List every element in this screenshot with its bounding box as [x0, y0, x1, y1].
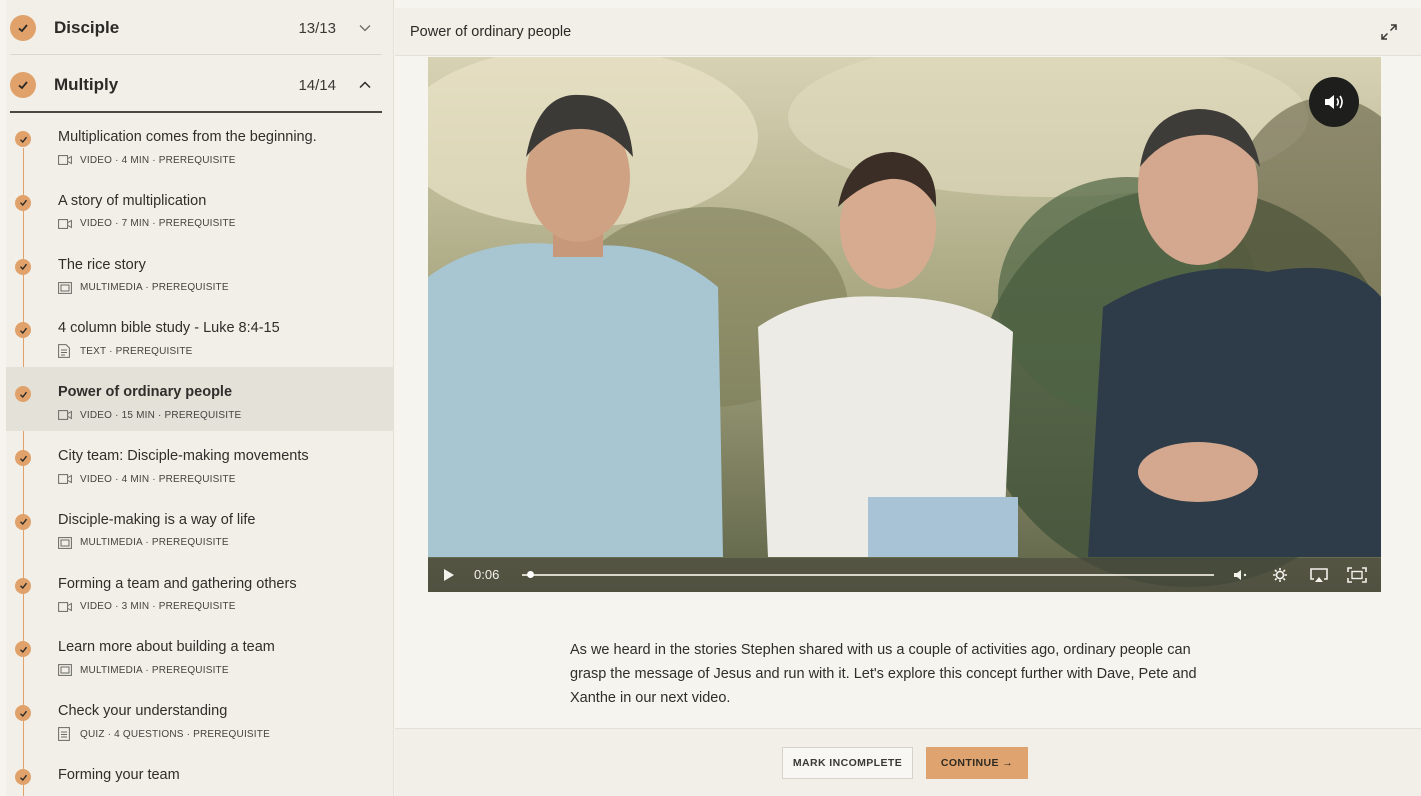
lesson-meta-text: VIDEO · 7 MIN · PREREQUISITE — [80, 218, 236, 230]
completed-check-icon — [15, 322, 31, 339]
unmute-sound-button[interactable] — [1309, 77, 1359, 127]
lesson-item[interactable]: Learn more about building a team MULTIMED… — [6, 634, 393, 698]
lesson-meta-text: MULTIMEDIA · PREREQUISITE — [80, 664, 229, 676]
lesson-description: As we heard in the stories Stephen share… — [570, 642, 1197, 706]
section-title: Multiply — [54, 75, 119, 94]
lesson-meta-text: VIDEO · 3 MIN · PREREQUISITE — [80, 601, 236, 613]
section-divider — [10, 111, 382, 113]
fullscreen-expand-icon[interactable] — [1379, 22, 1399, 42]
lesson-title: City team: Disciple-making movements — [58, 448, 309, 464]
lesson-meta: MULTIMEDIA · PREREQUISITE — [58, 281, 229, 295]
lesson-meta-text: MULTIMEDIA · PREREQUISITE — [80, 282, 229, 294]
lesson-title: Power of ordinary people — [58, 384, 233, 401]
lesson-title: 4 column bible study - Luke 8:4-15 — [58, 320, 280, 337]
fullscreen-icon[interactable] — [1346, 566, 1367, 584]
lesson-meta: VIDEO · 4 MIN · PREREQUISITE — [58, 153, 236, 167]
lesson-item[interactable]: City team: Disciple-making movements VIDE… — [6, 443, 393, 507]
lesson-meta: TEXT · PREREQUISITE — [58, 344, 193, 359]
course-sidebar: Disciple 13/13 Multiply 14/14 Multiplica… — [6, 0, 394, 796]
multimedia-icon — [58, 664, 74, 677]
lesson-header: Power of ordinary people — [395, 8, 1421, 56]
lesson-meta: VIDEO · 7 MIN · PREREQUISITE — [58, 217, 236, 231]
lesson-meta-text: VIDEO · 15 MIN · PREREQUISITE — [80, 409, 242, 421]
text-icon — [58, 344, 74, 359]
lesson-title: Multiplication comes from the beginning. — [58, 129, 317, 145]
video-player[interactable]: 0:06 — [428, 57, 1381, 592]
lesson-item[interactable]: Check your understanding QUIZ · 4 QUESTIO… — [6, 698, 393, 762]
chevron-down-icon[interactable] — [358, 21, 372, 35]
completed-check-icon — [15, 258, 31, 275]
completed-check-icon — [15, 769, 31, 785]
lesson-meta-text: TEXT · PREREQUISITE — [80, 345, 193, 357]
lesson-meta-text: MULTIMEDIA · PREREQUISITE — [80, 537, 229, 549]
mark-incomplete-button[interactable]: MARK INCOMPLETE — [782, 747, 913, 779]
lesson-item[interactable]: Forming your team — [6, 762, 393, 796]
lesson-meta: VIDEO · 4 MIN · PREREQUISITE — [58, 472, 236, 486]
lesson-item[interactable]: Forming a team and gathering others VIDEO… — [6, 571, 393, 635]
lesson-item[interactable]: Power of ordinary people VIDEO · 15 MIN ·… — [6, 367, 393, 432]
completed-check-icon — [15, 131, 31, 147]
lesson-title: Learn more about building a team — [58, 639, 275, 656]
lesson-meta: QUIZ · 4 QUESTIONS · PREREQUISITE — [58, 727, 270, 742]
video-controls-bar: 0:06 — [428, 558, 1381, 592]
section-divider — [10, 54, 382, 55]
completed-check-icon — [15, 577, 31, 594]
seek-bar[interactable] — [522, 574, 1214, 576]
volume-icon — [1325, 95, 1343, 109]
lesson-item[interactable]: A story of multiplication VIDEO · 7 MIN ·… — [6, 188, 393, 252]
section-multiply[interactable]: Multiply 14/14 — [6, 57, 393, 113]
volume-icon[interactable] — [1231, 566, 1251, 584]
video-icon — [58, 409, 74, 421]
settings-gear-icon[interactable] — [1270, 566, 1290, 584]
completed-check-icon — [10, 72, 36, 98]
completed-check-icon — [15, 705, 31, 722]
video-icon — [58, 218, 74, 230]
lesson-title: Forming your team — [58, 767, 180, 783]
lesson-footer: MARK INCOMPLETE CONTINUE → — [395, 728, 1421, 796]
lesson-meta: VIDEO · 15 MIN · PREREQUISITE — [58, 408, 241, 422]
lesson-item[interactable]: Multiplication comes from the beginning.… — [6, 124, 393, 188]
lesson-meta: MULTIMEDIA · PREREQUISITE — [58, 663, 229, 677]
lesson-title: The rice story — [58, 256, 146, 273]
seek-handle[interactable] — [526, 571, 534, 578]
video-frame-image — [428, 57, 1381, 592]
completed-check-icon — [15, 386, 31, 403]
video-icon — [58, 473, 74, 485]
continue-button[interactable]: CONTINUE → — [926, 747, 1028, 779]
video-icon — [58, 601, 74, 613]
completed-check-icon — [15, 450, 31, 466]
multimedia-icon — [58, 281, 74, 294]
lesson-title: Check your understanding — [58, 703, 228, 720]
page-title: Power of ordinary people — [410, 24, 572, 40]
play-icon[interactable] — [442, 568, 456, 582]
lesson-meta: MULTIMEDIA · PREREQUISITE — [58, 536, 229, 550]
lesson-meta-text: QUIZ · 4 QUESTIONS · PREREQUISITE — [80, 728, 270, 740]
section-progress-count: 13/13 — [298, 19, 336, 37]
lesson-item[interactable]: The rice story MULTIMEDIA · PREREQUISITE — [6, 252, 393, 316]
lesson-title: Forming a team and gathering others — [58, 575, 297, 592]
lesson-title: A story of multiplication — [58, 192, 207, 209]
completed-check-icon — [15, 513, 31, 530]
quiz-icon — [58, 727, 74, 742]
lesson-meta-text: VIDEO · 4 MIN · PREREQUISITE — [80, 473, 236, 485]
current-time: 0:06 — [474, 567, 500, 582]
multimedia-icon — [58, 536, 74, 549]
completed-check-icon — [15, 641, 31, 658]
completed-check-icon — [10, 15, 36, 41]
section-progress-count: 14/14 — [298, 76, 336, 94]
lesson-content: Power of ordinary people 0:06 As we hear… — [395, 0, 1421, 796]
airplay-icon[interactable] — [1308, 566, 1328, 584]
lesson-meta-text: VIDEO · 4 MIN · PREREQUISITE — [80, 154, 236, 166]
completed-check-icon — [15, 194, 31, 211]
lesson-meta: VIDEO · 3 MIN · PREREQUISITE — [58, 600, 236, 614]
lesson-title: Disciple-making is a way of life — [58, 511, 256, 528]
chevron-up-icon[interactable] — [358, 78, 372, 92]
video-icon — [58, 154, 74, 166]
lesson-item[interactable]: Disciple-making is a way of life MULTIMED… — [6, 507, 393, 571]
section-disciple[interactable]: Disciple 13/13 — [6, 0, 393, 56]
section-title: Disciple — [54, 18, 120, 37]
